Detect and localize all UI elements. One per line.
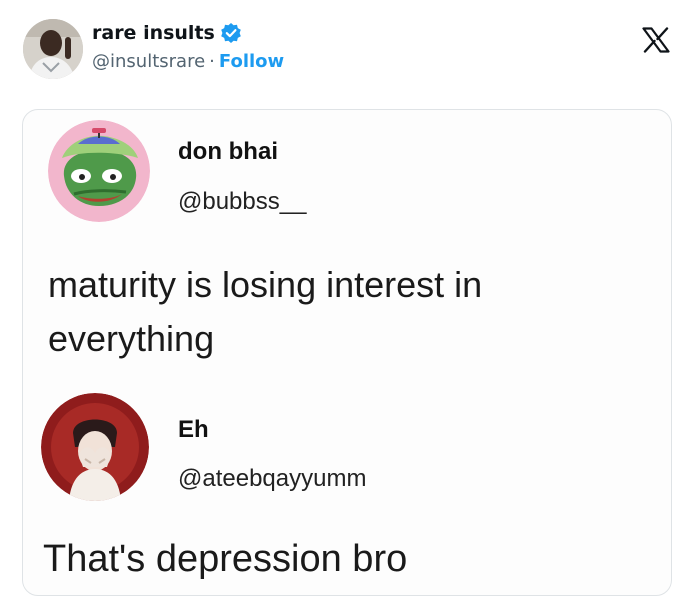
follow-button[interactable]: Follow [219,51,284,72]
verified-badge-icon [221,23,241,43]
author-avatar[interactable] [23,19,83,79]
quoted-user-name: don bhai [178,138,278,165]
x-logo-icon[interactable] [642,27,670,53]
author-name[interactable]: rare insults [92,22,215,44]
quoted-user-handle: @bubbss__ [178,188,307,215]
tweet-media-card[interactable]: don bhai @bubbss__ maturity is losing in… [22,109,672,596]
reply-post-text: That's depression bro [43,538,408,580]
quoted-post-text: maturity is losing interest in everythin… [48,264,483,359]
author-photo [23,19,83,79]
author-subline: @insultsrare · Follow [92,51,284,72]
pepe-frog-avatar [48,120,150,222]
reply-user-avatar [41,393,149,501]
quoted-user-avatar [48,120,150,222]
reply-user-handle: @ateebqayyumm [178,465,367,492]
reply-user-name: Eh [178,416,209,443]
reply-avatar-photo [41,393,149,501]
author-handle[interactable]: @insultsrare [92,51,205,72]
tweet-embed-header: rare insults @insultsrare · Follow [0,0,695,100]
separator-dot: · [209,51,215,72]
author-name-row: rare insults [92,22,242,44]
